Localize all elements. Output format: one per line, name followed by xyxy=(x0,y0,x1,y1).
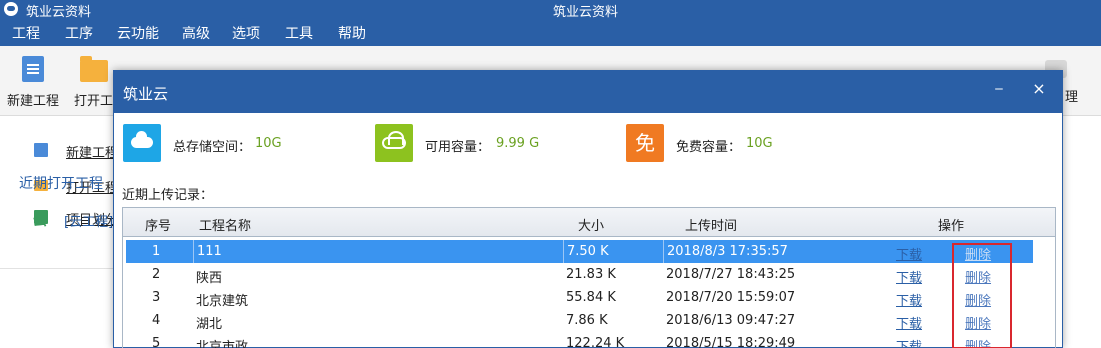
download-link[interactable]: 下载 xyxy=(896,267,922,286)
download-link[interactable]: 下载 xyxy=(896,290,922,309)
total-storage-label: 总存储空间： xyxy=(173,140,252,155)
document-icon xyxy=(34,143,48,157)
row-name: 北京建筑 xyxy=(196,294,249,309)
download-link[interactable]: 下载 xyxy=(896,244,922,263)
free-capacity-value: 10G xyxy=(746,136,773,151)
row-size: 55.84 K xyxy=(566,290,616,305)
available-capacity-label: 可用容量： xyxy=(425,140,491,155)
row-index: 5 xyxy=(152,336,161,348)
header-name[interactable]: 工程名称 xyxy=(199,215,251,234)
table-header: 序号 工程名称 大小 上传时间 操作 xyxy=(123,208,1055,237)
recent-cloud-project[interactable]: [云工程] xyxy=(64,211,113,230)
toolbar-partial-label: 理 xyxy=(1065,90,1079,105)
row-size: 21.83 K xyxy=(566,267,616,282)
menu-help[interactable]: 帮助 xyxy=(338,23,366,43)
table-row[interactable]: 2 陕西 21.83 K 2018/7/27 18:43:25 下载 删除 xyxy=(126,263,1033,286)
row-size: 7.86 K xyxy=(566,313,608,328)
left-new-project-label: 新建工程 xyxy=(66,146,119,161)
free-capacity-label: 免费容量： xyxy=(676,140,742,155)
download-link[interactable]: 下载 xyxy=(896,336,922,348)
row-name: 111 xyxy=(193,240,222,263)
close-button[interactable]: × xyxy=(1029,79,1049,99)
recent-projects-title: 近期打开工程 xyxy=(19,176,103,192)
header-size[interactable]: 大小 xyxy=(578,215,604,234)
menu-advanced[interactable]: 高级 xyxy=(182,23,210,43)
row-name: 北京市政 xyxy=(196,340,249,348)
row-index: 2 xyxy=(152,267,161,282)
header-time[interactable]: 上传时间 xyxy=(685,215,737,234)
app-logo-icon xyxy=(4,2,18,16)
cloud-icon xyxy=(123,124,161,162)
row-time: 2018/8/3 17:35:57 xyxy=(663,240,788,263)
document-icon xyxy=(22,56,44,82)
new-project-label: 新建工程 xyxy=(7,94,60,109)
header-actions: 操作 xyxy=(938,219,965,234)
menu-bar: 工程 工序 云功能 高级 选项 工具 帮助 xyxy=(0,18,1101,46)
table-row[interactable]: 1 111 7.50 K 2018/8/3 17:35:57 下载 删除 xyxy=(126,240,1033,263)
row-time: 2018/6/13 09:47:27 xyxy=(666,313,796,328)
cloud-mark-icon: 云 xyxy=(33,213,47,229)
row-name: 陕西 xyxy=(196,271,223,286)
row-index: 1 xyxy=(152,244,161,259)
minimize-button[interactable]: ‒ xyxy=(989,81,1009,101)
open-project-label: 打开工 xyxy=(74,94,114,109)
left-panel: 新建工程 打开工程 项目划分 xyxy=(0,117,118,348)
available-capacity-value: 9.99 G xyxy=(496,136,540,151)
menu-project[interactable]: 工程 xyxy=(12,23,40,43)
row-time: 2018/7/27 18:43:25 xyxy=(666,267,796,282)
free-icon: 免 xyxy=(626,124,664,162)
table-row[interactable]: 5 北京市政 122.24 K 2018/5/15 18:29:49 下载 删除 xyxy=(126,332,1033,348)
header-index[interactable]: 序号 xyxy=(145,215,171,234)
upload-records-table: 序号 工程名称 大小 上传时间 操作 1 111 7.50 K 2018/8/3… xyxy=(122,207,1056,348)
menu-options[interactable]: 选项 xyxy=(232,23,260,43)
row-index: 4 xyxy=(152,313,161,328)
open-project-button[interactable]: 打开工 xyxy=(74,56,113,109)
row-name: 湖北 xyxy=(196,317,223,332)
row-size: 122.24 K xyxy=(566,336,625,348)
menu-cloud[interactable]: 云功能 xyxy=(117,23,159,43)
row-time: 2018/7/20 15:59:07 xyxy=(666,290,796,305)
new-project-button[interactable]: 新建工程 xyxy=(7,56,59,109)
app-titlebar: 筑业云资料 筑业云资料 xyxy=(0,0,1101,20)
row-index: 3 xyxy=(152,290,161,305)
cloud-outline-icon xyxy=(375,124,413,162)
row-time: 2018/5/15 18:29:49 xyxy=(666,336,796,348)
left-new-project-link[interactable]: 新建工程 xyxy=(34,142,119,161)
left-divider xyxy=(0,268,113,269)
table-row[interactable]: 4 湖北 7.86 K 2018/6/13 09:47:27 下载 删除 xyxy=(126,309,1033,332)
download-link[interactable]: 下载 xyxy=(896,313,922,332)
menu-tools[interactable]: 工具 xyxy=(285,23,313,43)
dialog-header: 筑业云 ‒ × xyxy=(114,71,1062,113)
delete-column-highlight xyxy=(952,243,1012,348)
total-storage-value: 10G xyxy=(255,136,282,151)
cloud-dialog: 筑业云 ‒ × 总存储空间： 10G 可用容量： 9.99 G 免 免费容量： … xyxy=(113,70,1063,348)
folder-icon xyxy=(79,56,108,82)
row-size: 7.50 K xyxy=(563,240,609,263)
menu-process[interactable]: 工序 xyxy=(65,23,93,43)
dialog-title: 筑业云 xyxy=(123,85,169,103)
table-row[interactable]: 3 北京建筑 55.84 K 2018/7/20 15:59:07 下载 删除 xyxy=(126,286,1033,309)
recent-uploads-label: 近期上传记录： xyxy=(122,188,214,203)
